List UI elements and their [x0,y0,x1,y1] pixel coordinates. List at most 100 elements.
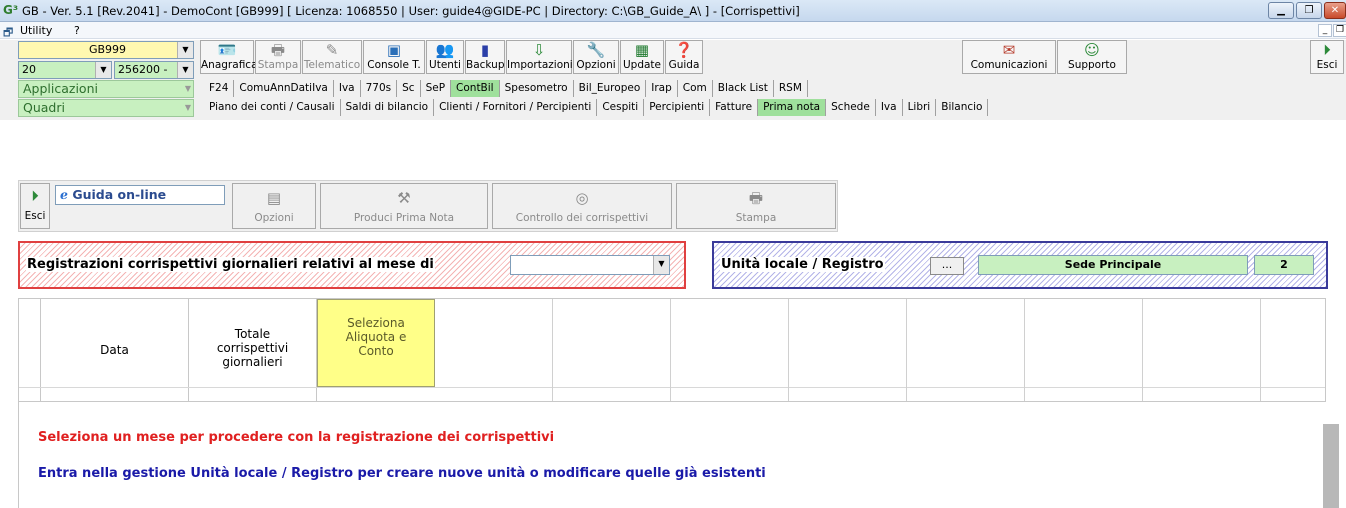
seleziona-aliquota-button[interactable]: Seleziona Aliquota e Conto [317,299,435,387]
quadri-tab-clienti-fornitori-percipienti[interactable]: Clienti / Fornitori / Percipienti [434,99,598,116]
company-combo-value: GB999 [88,43,127,56]
ie-icon: ℯ [60,187,68,202]
mdi-minimize-icon[interactable]: _ [1318,24,1332,37]
applicazioni-tab-comuanndatiiva[interactable]: ComuAnnDatiIva [234,80,334,97]
applicazioni-tab-rsm[interactable]: RSM [774,80,808,97]
console-button[interactable]: ▣ Console T. [363,40,425,74]
esci-label: Esci [24,210,46,222]
opzioni-button[interactable]: 🔧 Opzioni [573,40,619,74]
vertical-scrollbar[interactable] [1323,424,1339,508]
applicazioni-tab-black-list[interactable]: Black List [713,80,774,97]
quadri-tab-bilancio[interactable]: Bilancio [936,99,989,116]
month-select[interactable]: ▼ [510,255,670,275]
esci-button[interactable]: ⏵ Esci [20,183,50,229]
applicazioni-tab-iva[interactable]: Iva [334,80,361,97]
year-combo[interactable]: 20 ▼ [18,61,112,79]
comunicazioni-button[interactable]: ✉ Comunicazioni [962,40,1056,74]
app-logo-icon: G³ [3,3,19,17]
applicazioni-tab-contbil[interactable]: ContBil [451,80,500,97]
applicazioni-tabs: F24 ComuAnnDatiIva Iva 770s Sc SeP ContBil Spes… [204,80,1304,98]
opzioni-page-button[interactable]: ▤ Opzioni [232,183,316,229]
controllo-label: Controllo dei corrispettivi [515,212,649,224]
title-bar: G³ GB - Ver. 5.1 [Rev.2041] - DemoCont [… [0,0,1346,22]
chevron-down-icon[interactable]: ▼ [653,256,669,274]
unita-browse-button[interactable]: ... [930,257,964,275]
options-icon: ▤ [266,189,282,207]
grid-column [435,299,553,401]
produci-prima-nota-button[interactable]: ⚒ Produci Prima Nota [320,183,488,229]
applicazioni-tab-irap[interactable]: Irap [646,80,678,97]
quadri-tab-percipienti[interactable]: Percipienti [644,99,711,116]
telematic-icon: ✎ [325,41,339,59]
applicazioni-tab-com[interactable]: Com [678,80,713,97]
applicazioni-tab-spesometro[interactable]: Spesometro [500,80,574,97]
applicazioni-combo[interactable]: Applicazioni ▼ [18,80,194,98]
wrench-icon: 🔧 [586,41,606,59]
quadri-tab-prima-nota[interactable]: Prima nota [758,99,827,116]
printer-icon: 🖶 [270,41,286,59]
chevron-down-icon[interactable]: ▼ [185,81,191,97]
corrispettivi-grid: Data Totale corrispettivi giornalieri Se… [18,298,1326,402]
row-header-column [19,299,41,401]
importazioni-button[interactable]: ⇩ Importazioni [506,40,573,74]
applicazioni-tab-sc[interactable]: Sc [397,80,421,97]
grid-column [553,299,671,401]
chevron-down-icon[interactable]: ▼ [177,62,193,78]
code-combo[interactable]: 256200 - ▼ [114,61,194,79]
applicazioni-tab-770s[interactable]: 770s [361,80,398,97]
close-icon[interactable]: ✕ [1324,2,1346,19]
produce-icon: ⚒ [397,189,411,207]
update-button[interactable]: ▦ Update [620,40,664,74]
quadri-combo[interactable]: Quadri ▼ [18,99,194,117]
chevron-down-icon[interactable]: ▼ [185,100,191,116]
menu-utility[interactable]: Utility [20,24,52,37]
quadri-tab-schede[interactable]: Schede [826,99,876,116]
supporto-button[interactable]: ☺ Supporto [1057,40,1127,74]
menu-bar: 🗗 Utility ? _ ❐ [0,22,1346,39]
importazioni-label: Importazioni [507,59,573,71]
anagrafica-button[interactable]: 🪪 Anagrafica [200,40,258,74]
guida-button[interactable]: ❓ Guida [665,40,703,74]
applicazioni-tab-sep[interactable]: SeP [421,80,452,97]
anagrafica-label: Anagrafica [201,59,258,71]
chevron-down-icon[interactable]: ▼ [95,62,111,78]
esci-app-button[interactable]: ⏵ Esci [1310,40,1344,74]
stampa-page-button[interactable]: 🖶 Stampa [676,183,836,229]
id-card-icon: 🪪 [217,41,237,59]
quadri-tab-libri[interactable]: Libri [903,99,937,116]
update-icon: ▦ [634,41,650,59]
backup-button[interactable]: ▮ Backup [465,40,505,74]
stampa-button[interactable]: 🖶 Stampa [255,40,301,74]
quadri-tab-saldi-di-bilancio[interactable]: Saldi di bilancio [341,99,435,116]
control-icon: ◎ [575,189,589,207]
quadri-tab-fatture[interactable]: Fatture [710,99,759,116]
exit-icon: ⏵ [1323,41,1331,59]
controllo-corrispettivi-button[interactable]: ◎ Controllo dei corrispettivi [492,183,672,229]
update-label: Update [622,59,662,71]
restore-icon[interactable]: ❐ [1296,2,1322,19]
quadri-tab-cespiti[interactable]: Cespiti [597,99,645,116]
header-data: Data [41,299,189,401]
quadri-tab-piano-dei-conti-causali[interactable]: Piano dei conti / Causali [204,99,341,116]
mdi-restore-icon[interactable]: ❐ [1333,24,1346,37]
utenti-label: Utenti [429,59,461,71]
chevron-down-icon[interactable]: ▼ [177,42,193,58]
console-icon: ▣ [386,41,402,59]
unita-locale-message: Entra nella gestione Unità locale / Regi… [38,466,766,481]
sede-field[interactable]: Sede Principale [978,255,1248,275]
utenti-button[interactable]: 👥 Utenti [426,40,464,74]
guida-online-button[interactable]: ℯ Guida on-line [55,185,225,205]
unita-locale-box: Unità locale / Registro ... Sede Princip… [712,241,1328,289]
applicazioni-tab-bil-europeo[interactable]: Bil_Europeo [574,80,647,97]
applicazioni-tab-f24[interactable]: F24 [204,80,235,97]
telematico-label: Telematico [303,59,361,71]
company-combo[interactable]: GB999 ▼ [18,41,194,59]
registro-number-field[interactable]: 2 [1254,255,1314,275]
registrazioni-label: Registrazioni corrispettivi giornalieri … [26,257,435,272]
telematico-button[interactable]: ✎ Telematico [302,40,362,74]
minimize-icon[interactable]: ▁ [1268,2,1294,19]
support-icon: ☺ [1084,41,1100,59]
menu-help[interactable]: ? [74,24,80,37]
quadri-tab-iva[interactable]: Iva [876,99,903,116]
unita-locale-label: Unità locale / Registro [720,257,885,272]
